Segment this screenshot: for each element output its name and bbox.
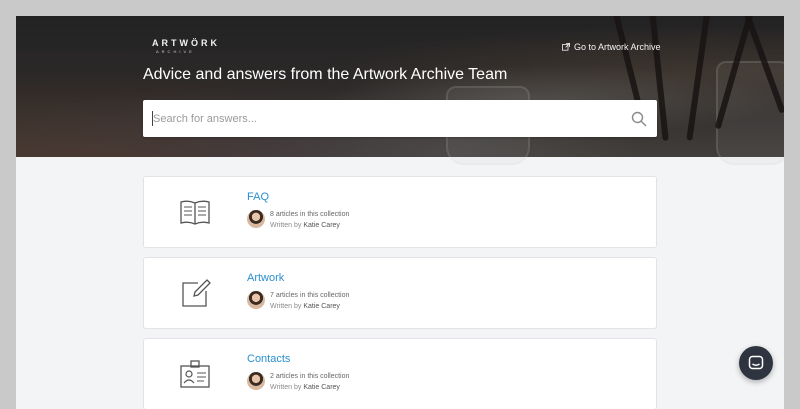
external-link-icon [562,43,570,51]
brand-logo[interactable]: ARTWÖRK [152,38,220,48]
author-line: Written by Katie Carey [270,303,340,310]
author-name: Katie Carey [303,303,340,310]
chat-bubble-icon [748,355,764,370]
search-input[interactable] [153,100,613,137]
author-line: Written by Katie Carey [270,384,340,391]
id-badge-icon [180,360,210,388]
author-name: Katie Carey [303,384,340,391]
go-to-site-label: Go to Artwork Archive [574,42,661,52]
avatar [247,372,265,390]
article-count: 8 articles in this collection [270,211,350,218]
go-to-site-link[interactable]: Go to Artwork Archive [562,42,661,52]
hero-banner: ARTWÖRK ARCHIVE Go to Artwork Archive Ad… [16,16,784,165]
written-by-label: Written by [270,222,302,229]
author-line: Written by Katie Carey [270,222,340,229]
avatar [247,291,265,309]
avatar [247,210,265,228]
edit-square-icon [182,279,211,307]
written-by-label: Written by [270,384,302,391]
collection-title[interactable]: Artwork [247,272,284,284]
open-book-icon [180,200,210,225]
text-caret [152,111,153,126]
search-icon[interactable] [631,111,647,127]
author-name: Katie Carey [303,222,340,229]
article-count: 2 articles in this collection [270,373,350,380]
help-center-page: ARTWÖRK ARCHIVE Go to Artwork Archive Ad… [16,16,784,409]
chat-launcher-button[interactable] [739,346,773,380]
collection-card-artwork[interactable]: Artwork 7 articles in this collection Wr… [143,257,657,329]
article-count: 7 articles in this collection [270,292,350,299]
brand-logo-subtext: ARCHIVE [156,49,195,54]
collection-card-contacts[interactable]: Contacts 2 articles in this collection W… [143,338,657,409]
written-by-label: Written by [270,303,302,310]
collection-title[interactable]: Contacts [247,353,290,365]
search-box[interactable] [143,100,657,137]
collection-title[interactable]: FAQ [247,191,269,203]
page-title: Advice and answers from the Artwork Arch… [143,66,508,83]
collection-card-faq[interactable]: FAQ 8 articles in this collection Writte… [143,176,657,248]
